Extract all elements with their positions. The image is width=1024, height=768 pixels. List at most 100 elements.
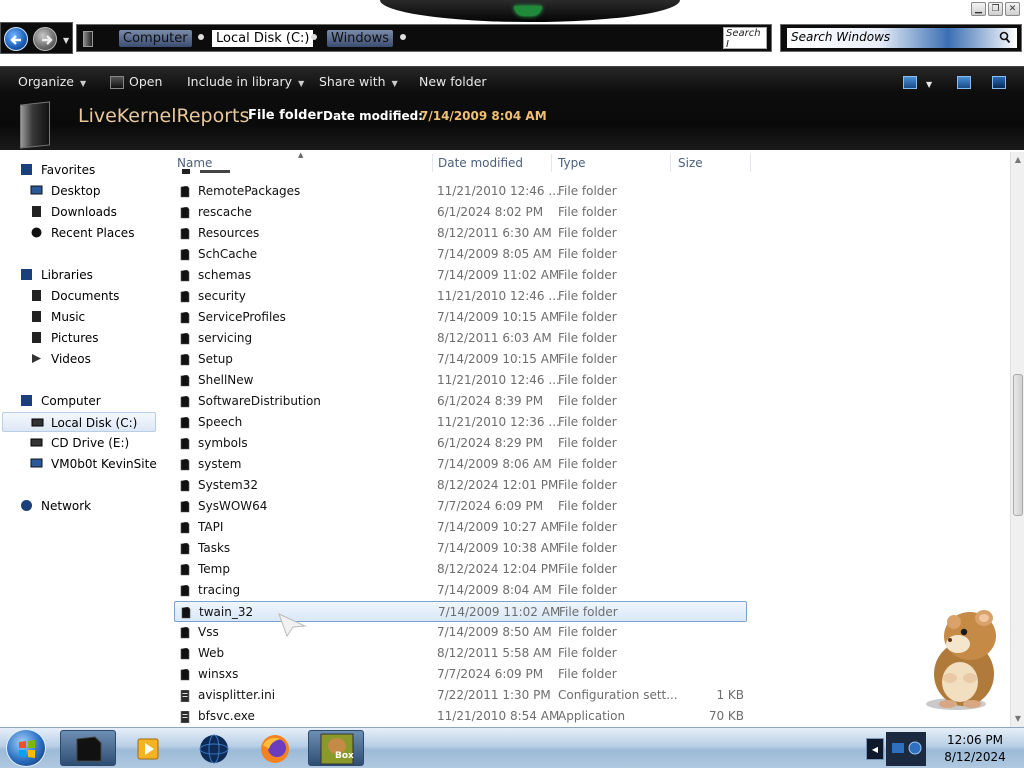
- close-icon[interactable]: ✕: [1005, 2, 1020, 16]
- file-row[interactable]: SysWOW64 7/7/2024 6:09 PM File folder: [174, 496, 747, 517]
- clock-time[interactable]: 12:06 PM: [930, 733, 1020, 747]
- box-app-label: Box: [335, 751, 354, 761]
- file-name: rescache: [198, 205, 252, 219]
- column-header-name[interactable]: Name: [177, 156, 212, 170]
- window-controls: ▁ ❐ ✕: [971, 2, 1020, 16]
- start-button[interactable]: [6, 729, 46, 767]
- nav-pictures[interactable]: Pictures: [30, 328, 160, 348]
- minimize-icon[interactable]: ▁: [971, 2, 986, 16]
- file-row[interactable]: tracing 7/14/2009 8:04 AM File folder: [174, 580, 747, 601]
- file-date-modified: 7/14/2009 8:05 AM: [437, 247, 552, 261]
- taskbar-globe[interactable]: [185, 730, 241, 766]
- file-row[interactable]: winsxs 7/7/2024 6:09 PM File folder: [174, 664, 747, 685]
- maximize-icon[interactable]: ❐: [988, 2, 1003, 16]
- column-divider[interactable]: [750, 154, 751, 172]
- nav-network-label: Network: [41, 499, 92, 513]
- file-row[interactable]: ShellNew 11/21/2010 12:46 ... File folder: [174, 370, 747, 391]
- file-row[interactable]: twain_32 7/14/2009 11:02 AM File folder: [174, 601, 747, 622]
- preview-pane-icon[interactable]: [957, 76, 971, 89]
- file-row[interactable]: Web 8/12/2011 5:58 AM File folder: [174, 643, 747, 664]
- file-row[interactable]: bfsvc.exe 11/21/2010 8:54 AM Application 70…: [174, 706, 747, 727]
- folder-icon: [180, 207, 190, 219]
- taskbar-box-app[interactable]: Box: [308, 730, 364, 766]
- help-icon[interactable]: [992, 76, 1006, 89]
- clock-date[interactable]: 8/12/2024: [930, 750, 1020, 764]
- taskbar-media-player[interactable]: [120, 730, 176, 766]
- address-bar[interactable]: Computer Local Disk (C:) Windows Search …: [76, 24, 772, 52]
- file-row[interactable]: TAPI 7/14/2009 10:27 AM File folder: [174, 517, 747, 538]
- column-divider[interactable]: [432, 154, 433, 172]
- nav-videos[interactable]: Videos: [30, 349, 160, 369]
- nav-favorites[interactable]: Favorites: [20, 160, 160, 180]
- include-in-library-button[interactable]: Include in library ▼: [187, 74, 304, 92]
- file-row[interactable]: rescache 6/1/2024 8:02 PM File folder: [174, 202, 747, 223]
- recent-pages-dropdown[interactable]: ▼: [63, 36, 69, 45]
- file-type: File folder: [558, 205, 617, 219]
- file-row[interactable]: security 11/21/2010 12:46 ... File folder: [174, 286, 747, 307]
- share-with-button[interactable]: Share with ▼: [319, 74, 398, 92]
- file-row[interactable]: SchCache 7/14/2009 8:05 AM File folder: [174, 244, 747, 265]
- hamster-mascot[interactable]: [920, 600, 1016, 712]
- file-row[interactable]: RemotePackages 11/21/2010 12:46 ... File f…: [174, 181, 747, 202]
- nav-recent-places[interactable]: Recent Places: [30, 223, 160, 243]
- back-button[interactable]: [4, 27, 28, 51]
- change-view-icon[interactable]: [903, 76, 917, 89]
- column-header-size[interactable]: Size: [678, 156, 703, 170]
- nav-vm-site[interactable]: VM0b0t KevinSite: [30, 454, 160, 474]
- file-row[interactable]: System32 8/12/2024 12:01 PM File folder: [174, 475, 747, 496]
- breadcrumb-separator[interactable]: [400, 34, 406, 40]
- nav-downloads[interactable]: Downloads: [30, 202, 160, 222]
- nav-recent-places-label: Recent Places: [51, 226, 135, 240]
- file-row[interactable]: Tasks 7/14/2009 10:38 AM File folder: [174, 538, 747, 559]
- breadcrumb-local-disk[interactable]: Local Disk (C:): [212, 30, 314, 47]
- nav-network[interactable]: Network: [20, 496, 160, 516]
- scroll-down-icon[interactable]: ▼: [1013, 714, 1023, 724]
- nav-documents[interactable]: Documents: [30, 286, 160, 306]
- open-button[interactable]: Open: [129, 74, 162, 90]
- file-row[interactable]: Speech 11/21/2010 12:36 ... File folder: [174, 412, 747, 433]
- taskbar-firefox[interactable]: [246, 730, 302, 766]
- breadcrumb-computer[interactable]: Computer: [119, 30, 192, 47]
- desktop-icon: [30, 185, 43, 195]
- file-name: tracing: [198, 583, 241, 597]
- file-row[interactable]: ServiceProfiles 7/14/2009 10:15 AM File fo…: [174, 307, 747, 328]
- file-row[interactable]: servicing 8/12/2011 6:03 AM File folder: [174, 328, 747, 349]
- breadcrumb-separator[interactable]: [311, 34, 317, 40]
- search-icon[interactable]: [999, 31, 1011, 44]
- breadcrumb-windows[interactable]: Windows: [327, 30, 394, 47]
- folder-icon: [180, 396, 190, 408]
- new-folder-button[interactable]: New folder: [419, 74, 487, 90]
- view-options-dropdown[interactable]: ▼: [926, 77, 932, 93]
- nav-libraries[interactable]: Libraries: [20, 265, 160, 285]
- file-row[interactable]: symbols 6/1/2024 8:29 PM File folder: [174, 433, 747, 454]
- file-row[interactable]: SoftwareDistribution 6/1/2024 8:39 PM File…: [174, 391, 747, 412]
- nav-local-disk[interactable]: Local Disk (C:): [2, 412, 156, 432]
- taskbar-explorer[interactable]: [60, 730, 116, 766]
- file-row[interactable]: Setup 7/14/2009 10:15 AM File folder: [174, 349, 747, 370]
- search-box[interactable]: Search Windows: [780, 24, 1022, 52]
- forward-button[interactable]: [33, 27, 57, 51]
- breadcrumb-separator[interactable]: [198, 34, 204, 40]
- column-header-date-modified[interactable]: Date modified: [438, 156, 523, 170]
- file-row[interactable]: Temp 8/12/2024 12:04 PM File folder: [174, 559, 747, 580]
- organize-button[interactable]: Organize ▼: [18, 74, 86, 92]
- column-divider[interactable]: [551, 154, 552, 172]
- column-divider[interactable]: [670, 154, 671, 172]
- column-header-type[interactable]: Type: [558, 156, 586, 170]
- nav-music[interactable]: Music: [30, 307, 160, 327]
- scroll-up-icon[interactable]: ▲: [1013, 155, 1023, 165]
- search-field[interactable]: Search Windows: [787, 28, 1017, 48]
- file-row[interactable]: system 7/14/2009 8:06 AM File folder: [174, 454, 747, 475]
- nav-computer[interactable]: Computer: [20, 391, 160, 411]
- search-input[interactable]: Search Windows: [791, 30, 890, 44]
- nav-cd-drive[interactable]: CD Drive (E:): [30, 433, 160, 453]
- file-row[interactable]: Resources 8/12/2011 6:30 AM File folder: [174, 223, 747, 244]
- file-row[interactable]: schemas 7/14/2009 11:02 AM File folder: [174, 265, 747, 286]
- file-row[interactable]: Vss 7/14/2009 8:50 AM File folder: [174, 622, 747, 643]
- show-hidden-icons-button[interactable]: ◀: [866, 738, 884, 760]
- ornament-gem: [514, 6, 542, 16]
- scrollbar-thumb[interactable]: [1013, 374, 1023, 516]
- file-row[interactable]: avisplitter.ini 7/22/2011 1:30 PM Configur…: [174, 685, 747, 706]
- network-status-icon[interactable]: [886, 732, 926, 766]
- nav-desktop[interactable]: Desktop: [30, 181, 160, 201]
